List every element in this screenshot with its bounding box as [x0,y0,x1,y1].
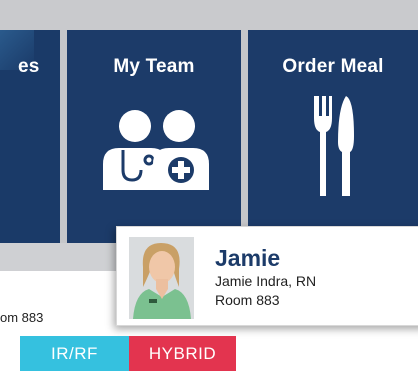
irrf-button[interactable]: IR/RF [20,336,129,371]
tile-order-meal-label: Order Meal [282,56,384,77]
avatar [129,237,194,319]
patient-panel [0,271,130,337]
caregiver-full-name: Jamie Indra, RN [215,273,317,289]
caregiver-room: Room 883 [215,292,280,308]
caregiver-card[interactable]: Jamie Jamie Indra, RN Room 883 [116,226,418,326]
care-team-icon [103,110,209,190]
caregiver-name: Jamie [215,245,281,271]
tile-services-label: es [18,56,40,77]
hybrid-button[interactable]: HYBRID [129,336,236,371]
tile-my-team[interactable]: My Team [67,30,241,243]
patient-room-partial: om 883 [0,310,44,325]
fork-knife-icon [314,96,354,196]
top-bar [0,0,418,30]
tile-my-team-label: My Team [113,56,195,77]
tile-services[interactable]: es [0,30,60,243]
tile-order-meal[interactable]: Order Meal [248,30,418,243]
caregiver-photo [129,237,194,319]
